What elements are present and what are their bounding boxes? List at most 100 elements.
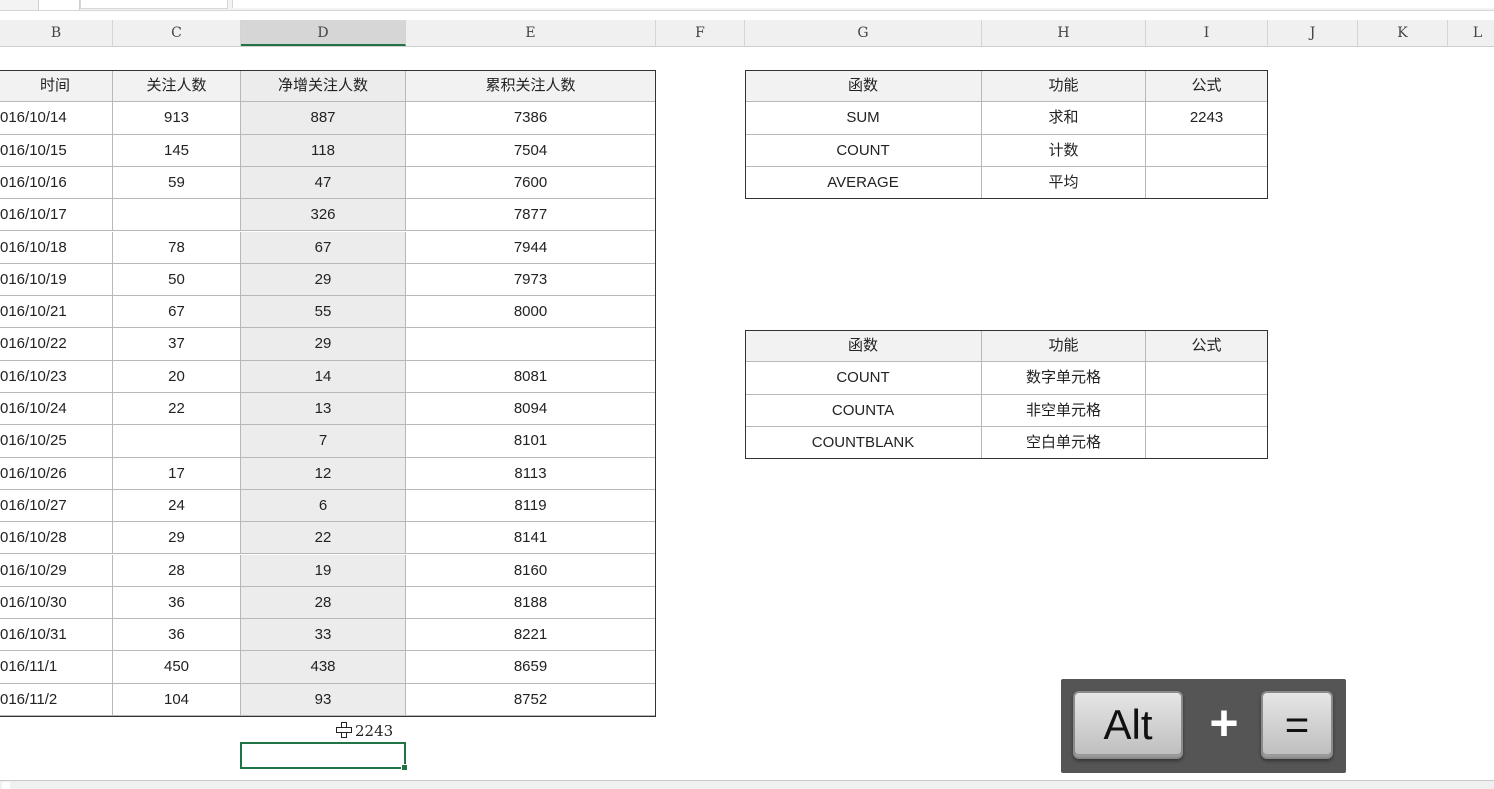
table-cell[interactable]: 8081 (406, 360, 656, 393)
table-cell[interactable]: 28 (241, 586, 406, 620)
table-cell[interactable]: SUM (745, 102, 982, 135)
header-cell[interactable]: 功能 (982, 70, 1146, 103)
table-cell[interactable]: 93 (241, 683, 406, 716)
column-header-l[interactable]: L (1448, 20, 1494, 46)
header-cell[interactable]: 累积关注人数 (406, 70, 656, 103)
table-cell[interactable]: 913 (113, 102, 241, 135)
table-cell[interactable]: 8752 (406, 683, 656, 716)
table-cell[interactable]: 016/10/21 (0, 296, 113, 329)
table-cell[interactable]: 36 (113, 586, 241, 620)
table-cell[interactable]: 29 (241, 328, 406, 361)
table-cell[interactable] (1146, 394, 1268, 427)
table-cell[interactable]: 非空单元格 (982, 394, 1146, 427)
header-cell[interactable]: 公式 (1146, 70, 1268, 103)
table-cell[interactable]: 8119 (406, 489, 656, 523)
table-cell[interactable]: COUNTA (745, 394, 982, 427)
name-box-tab[interactable] (38, 0, 80, 10)
table-cell[interactable]: 8113 (406, 457, 656, 490)
table-cell[interactable]: 33 (241, 619, 406, 652)
table-cell[interactable]: 计数 (982, 134, 1146, 167)
header-cell[interactable]: 功能 (982, 330, 1146, 363)
table-cell[interactable]: 求和 (982, 102, 1146, 135)
table-cell[interactable]: 7386 (406, 102, 656, 135)
table-cell[interactable]: 016/10/16 (0, 166, 113, 200)
table-cell[interactable]: 016/10/30 (0, 586, 113, 620)
table-cell[interactable]: 016/10/18 (0, 231, 113, 264)
table-cell[interactable] (1146, 426, 1268, 460)
table-cell[interactable]: 7 (241, 425, 406, 458)
column-header-e[interactable]: E (406, 20, 656, 46)
table-cell[interactable]: 016/10/22 (0, 328, 113, 361)
table-cell[interactable]: 438 (241, 651, 406, 684)
table-cell[interactable]: 36 (113, 619, 241, 652)
table-cell[interactable]: 29 (113, 522, 241, 555)
table-cell[interactable]: 67 (241, 231, 406, 264)
table-cell[interactable] (113, 199, 241, 232)
table-cell[interactable]: 17 (113, 457, 241, 490)
table-cell[interactable]: 016/10/15 (0, 134, 113, 167)
column-header-b[interactable]: B (0, 20, 113, 46)
table-cell[interactable] (1146, 166, 1268, 200)
header-cell[interactable]: 函数 (745, 70, 982, 103)
table-cell[interactable]: 016/10/29 (0, 554, 113, 587)
table-cell[interactable]: 22 (113, 393, 241, 426)
table-cell[interactable]: 7944 (406, 231, 656, 264)
table-cell[interactable]: 8160 (406, 554, 656, 587)
table-cell[interactable]: 8094 (406, 393, 656, 426)
table-cell[interactable]: 016/10/31 (0, 619, 113, 652)
header-cell[interactable]: 时间 (0, 70, 113, 103)
table-cell[interactable]: 12 (241, 457, 406, 490)
table-cell[interactable]: 29 (241, 263, 406, 297)
table-cell[interactable]: 016/10/23 (0, 360, 113, 393)
table-cell[interactable]: 55 (241, 296, 406, 329)
table-cell[interactable]: 24 (113, 489, 241, 523)
header-cell[interactable]: 函数 (745, 330, 982, 363)
table-cell[interactable]: 22 (241, 522, 406, 555)
table-cell[interactable]: 7600 (406, 166, 656, 200)
table-cell[interactable]: 016/10/14 (0, 102, 113, 135)
table-cell[interactable]: 空白单元格 (982, 426, 1146, 460)
table-cell[interactable]: 7877 (406, 199, 656, 232)
table-cell[interactable]: 016/10/25 (0, 425, 113, 458)
table-cell[interactable]: 8141 (406, 522, 656, 555)
table-cell[interactable]: 016/10/28 (0, 522, 113, 555)
table-cell[interactable]: 28 (113, 554, 241, 587)
column-header-i[interactable]: I (1146, 20, 1268, 46)
table-cell[interactable]: 数字单元格 (982, 362, 1146, 395)
table-cell[interactable]: 016/10/24 (0, 393, 113, 426)
table-cell[interactable]: 59 (113, 166, 241, 200)
table-cell[interactable]: 14 (241, 360, 406, 393)
table-cell[interactable] (1146, 134, 1268, 167)
table-cell[interactable] (113, 425, 241, 458)
table-cell[interactable]: 450 (113, 651, 241, 684)
header-cell[interactable]: 公式 (1146, 330, 1268, 363)
table-cell[interactable]: 016/11/2 (0, 683, 113, 716)
table-cell[interactable]: COUNT (745, 134, 982, 167)
table-cell[interactable]: 016/10/26 (0, 457, 113, 490)
table-cell[interactable] (406, 328, 656, 361)
column-header-j[interactable]: J (1268, 20, 1358, 46)
table-cell[interactable]: 145 (113, 134, 241, 167)
table-cell[interactable]: 50 (113, 263, 241, 297)
table-cell[interactable]: 016/10/19 (0, 263, 113, 297)
table-cell[interactable]: 016/11/1 (0, 651, 113, 684)
table-cell[interactable] (1146, 362, 1268, 395)
column-header-g[interactable]: G (745, 20, 982, 46)
table-cell[interactable]: COUNTBLANK (745, 426, 982, 460)
table-cell[interactable]: 8659 (406, 651, 656, 684)
header-cell[interactable]: 净增关注人数 (241, 70, 406, 103)
table-cell[interactable]: 67 (113, 296, 241, 329)
table-cell[interactable]: 8000 (406, 296, 656, 329)
table-cell[interactable]: 20 (113, 360, 241, 393)
table-cell[interactable]: 7973 (406, 263, 656, 297)
fill-handle[interactable] (401, 764, 408, 771)
table-cell[interactable]: 19 (241, 554, 406, 587)
column-header-c[interactable]: C (113, 20, 241, 46)
column-header-k[interactable]: K (1358, 20, 1448, 46)
table-cell[interactable]: 326 (241, 199, 406, 232)
table-cell[interactable]: COUNT (745, 362, 982, 395)
table-cell[interactable]: 6 (241, 489, 406, 523)
table-cell[interactable]: 7504 (406, 134, 656, 167)
table-cell[interactable]: 8188 (406, 586, 656, 620)
table-cell[interactable]: 104 (113, 683, 241, 716)
